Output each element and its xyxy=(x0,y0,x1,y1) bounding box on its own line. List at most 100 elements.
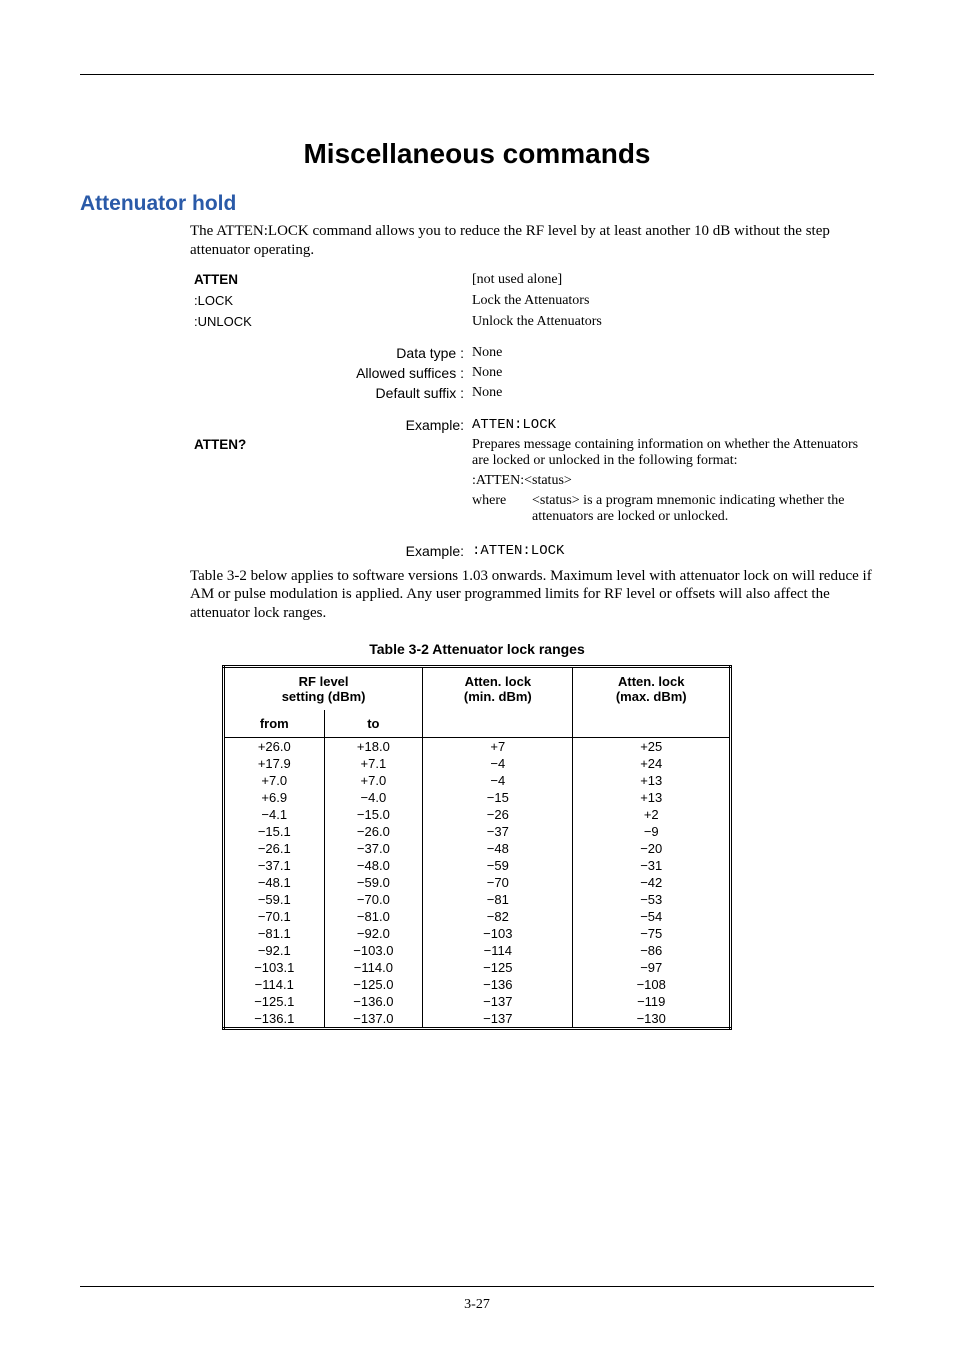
where-label: where xyxy=(472,493,532,525)
table-cell: −4 xyxy=(423,755,573,772)
table-cell: −15.0 xyxy=(324,806,423,823)
note-paragraph: Table 3-2 below applies to software vers… xyxy=(190,567,874,623)
section-heading: Attenuator hold xyxy=(80,192,874,216)
table-cell: −92.0 xyxy=(324,925,423,942)
cmd-atten-query: ATTEN? xyxy=(194,437,246,452)
suffices-label: Allowed suffices : xyxy=(190,363,468,383)
table-cell: −70.0 xyxy=(324,891,423,908)
table-cell: −9 xyxy=(573,823,731,840)
table-cell: −86 xyxy=(573,942,731,959)
table-cell: −130 xyxy=(573,1010,731,1029)
table-cell: −136.0 xyxy=(324,993,423,1010)
table-cell: −42 xyxy=(573,874,731,891)
table-cell: −103.0 xyxy=(324,942,423,959)
default-suffix-value: None xyxy=(468,383,874,403)
table-cell: +18.0 xyxy=(324,737,423,755)
table-cell: −125.0 xyxy=(324,976,423,993)
table-cell: +25 xyxy=(573,737,731,755)
example2-value: :ATTEN:LOCK xyxy=(472,543,564,559)
datatype-value: None xyxy=(468,343,874,363)
table-cell: −48 xyxy=(423,840,573,857)
table-cell: +26.0 xyxy=(224,737,325,755)
table-cell: −37.1 xyxy=(224,857,325,874)
example2-label: Example: xyxy=(190,541,468,561)
table-cell: +2 xyxy=(573,806,731,823)
th-rf-level: RF levelsetting (dBm) xyxy=(224,666,423,710)
table-cell: +6.9 xyxy=(224,789,325,806)
table-cell: −26.1 xyxy=(224,840,325,857)
cmd-atten-desc: [not used alone] xyxy=(468,270,874,291)
table-cell: −4.1 xyxy=(224,806,325,823)
th-max: Atten. lock(max. dBm) xyxy=(573,666,731,710)
example1-label: Example: xyxy=(190,415,468,435)
table-cell: −81 xyxy=(423,891,573,908)
table-cell: −54 xyxy=(573,908,731,925)
table-cell: +7.0 xyxy=(224,772,325,789)
default-suffix-label: Default suffix : xyxy=(190,383,468,403)
table-cell: −75 xyxy=(573,925,731,942)
th-from: from xyxy=(224,710,325,738)
table-cell: +13 xyxy=(573,789,731,806)
table-cell: −108 xyxy=(573,976,731,993)
example1-value: ATTEN:LOCK xyxy=(472,417,556,433)
where-desc: <status> is a program mnemonic indicatin… xyxy=(532,493,870,525)
table-cell: −37.0 xyxy=(324,840,423,857)
cmd-unlock-desc: Unlock the Attenuators xyxy=(468,312,874,333)
table-caption: Table 3-2 Attenuator lock ranges xyxy=(80,641,874,657)
table-cell: −114.0 xyxy=(324,959,423,976)
table-cell: −4 xyxy=(423,772,573,789)
cmd-atten-query-desc: Prepares message containing information … xyxy=(468,435,874,471)
cmd-unlock: :UNLOCK xyxy=(194,314,252,329)
table-cell: −97 xyxy=(573,959,731,976)
page-title: Miscellaneous commands xyxy=(80,138,874,170)
table-cell: −70.1 xyxy=(224,908,325,925)
table-cell: −92.1 xyxy=(224,942,325,959)
table-cell: −48.0 xyxy=(324,857,423,874)
attenuator-range-table: RF levelsetting (dBm) Atten. lock(min. d… xyxy=(222,665,732,1030)
table-cell: +13 xyxy=(573,772,731,789)
table-cell: −103.1 xyxy=(224,959,325,976)
table-cell: +7.0 xyxy=(324,772,423,789)
table-cell: −59.0 xyxy=(324,874,423,891)
table-cell: −114 xyxy=(423,942,573,959)
cmd-atten: ATTEN xyxy=(194,272,238,287)
table-cell: −114.1 xyxy=(224,976,325,993)
table-cell: −119 xyxy=(573,993,731,1010)
cmd-lock: :LOCK xyxy=(194,293,233,308)
table-cell: −48.1 xyxy=(224,874,325,891)
cmd-atten-query-format: :ATTEN:<status> xyxy=(468,471,874,491)
table-cell: −59.1 xyxy=(224,891,325,908)
table-cell: −125 xyxy=(423,959,573,976)
th-min: Atten. lock(min. dBm) xyxy=(423,666,573,710)
th-to: to xyxy=(324,710,423,738)
table-cell: −59 xyxy=(423,857,573,874)
table-cell: −137 xyxy=(423,1010,573,1029)
table-cell: −53 xyxy=(573,891,731,908)
table-cell: −81.0 xyxy=(324,908,423,925)
datatype-label: Data type : xyxy=(190,343,468,363)
table-cell: −81.1 xyxy=(224,925,325,942)
table-cell: −136 xyxy=(423,976,573,993)
table-cell: +7 xyxy=(423,737,573,755)
table-cell: −103 xyxy=(423,925,573,942)
table-cell: −15.1 xyxy=(224,823,325,840)
suffices-value: None xyxy=(468,363,874,383)
table-cell: −15 xyxy=(423,789,573,806)
cmd-lock-desc: Lock the Attenuators xyxy=(468,291,874,312)
table-cell: −26 xyxy=(423,806,573,823)
table-cell: −136.1 xyxy=(224,1010,325,1029)
table-cell: −125.1 xyxy=(224,993,325,1010)
page-number: 3-27 xyxy=(0,1297,954,1313)
table-cell: −4.0 xyxy=(324,789,423,806)
table-cell: −137.0 xyxy=(324,1010,423,1029)
table-cell: −26.0 xyxy=(324,823,423,840)
table-cell: −137 xyxy=(423,993,573,1010)
table-cell: −70 xyxy=(423,874,573,891)
table-cell: −37 xyxy=(423,823,573,840)
table-cell: −20 xyxy=(573,840,731,857)
table-cell: −82 xyxy=(423,908,573,925)
table-cell: −31 xyxy=(573,857,731,874)
table-cell: +7.1 xyxy=(324,755,423,772)
intro-paragraph: The ATTEN:LOCK command allows you to red… xyxy=(190,222,874,260)
table-cell: +17.9 xyxy=(224,755,325,772)
